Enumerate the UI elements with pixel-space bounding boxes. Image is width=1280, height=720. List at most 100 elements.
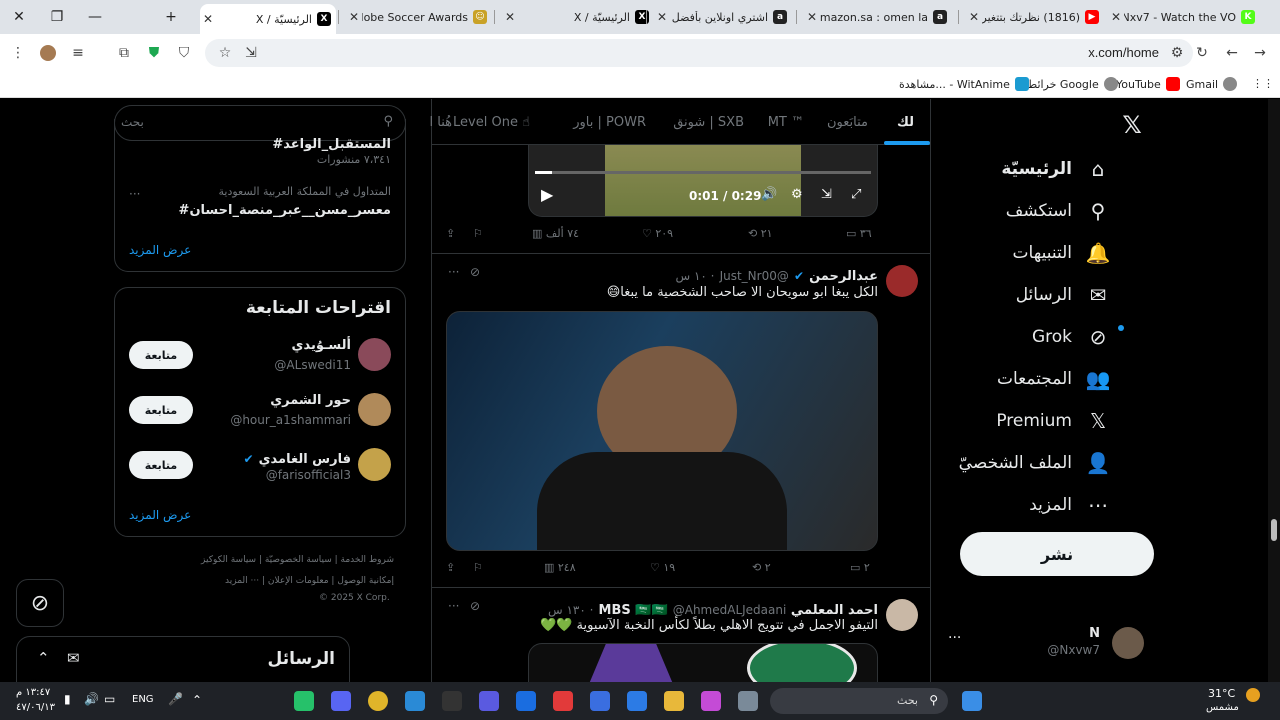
nav-item-communities[interactable]: 👥 المجتمعات [997,367,1111,391]
bookmark-gmail[interactable]: Gmail [1186,77,1238,91]
bookmark-witanime[interactable]: مشاهدة... - WitAnime [899,77,1029,91]
feed-tab[interactable]: شونق | SXB [673,115,744,130]
footer-link[interactable]: معلومات الإعلان [268,576,329,586]
footer-link[interactable]: سياسة الخصوصيّة [265,555,332,565]
pip-icon[interactable]: ⇲ [821,187,832,202]
trend-tag[interactable]: #معسر_مسن__عبر_منصة_احسان [179,203,391,218]
reply-stat[interactable]: ▭ ٢ [850,561,870,574]
file-explorer-icon[interactable] [664,691,684,711]
show-hidden-icons[interactable]: ⌃ [192,693,202,707]
feed-tab[interactable]: لك [897,115,914,130]
reload-icon[interactable]: ↻ [1192,43,1212,63]
follow-button[interactable]: متابعة [129,451,193,479]
reading-list-icon[interactable]: ≡ [68,43,88,63]
task-view-icon[interactable] [738,691,758,711]
messages-drawer[interactable]: الرسائل ⌃ ✉ [16,636,350,682]
avatar[interactable] [358,338,391,371]
copilot-icon[interactable] [701,691,721,711]
back-arrow-icon[interactable]: ← [1222,43,1242,63]
avatar[interactable] [358,448,391,481]
footer-link[interactable]: ··· المزيد [225,576,259,586]
browser-tab[interactable]: ✕ الرئيسيّة / XX [502,4,654,30]
page-scrollbar[interactable] [1268,99,1280,682]
trend-tag[interactable]: #المستقبل_الواعد [272,137,391,152]
tweet-image[interactable] [446,311,878,551]
account-switcher[interactable]: N @Nxvw7 ··· [948,624,1158,664]
browser-tab[interactable]: ✕ Globe Soccer Awards ☺ [346,4,492,30]
tweet-time[interactable]: · ١٣٠ س [548,603,593,617]
battery-icon[interactable]: ▮ [64,692,71,706]
retweet-stat[interactable]: ⟲ ٢ [752,561,771,574]
avatar[interactable] [358,393,391,426]
tweet-image[interactable] [528,643,878,682]
follow-button[interactable]: متابعة [129,396,193,424]
avatar[interactable] [886,265,918,297]
app-red-icon[interactable] [553,691,573,711]
volume-icon[interactable]: 🔊 [761,187,777,202]
extensions-icon[interactable]: ⧉ [114,43,134,63]
retweet-stat[interactable]: ⟲ ٢١ [748,227,773,240]
suggestion-name[interactable]: فارس الغامدي [259,452,351,467]
grok-icon[interactable]: ⊘ [470,599,480,613]
extension-avatar-icon[interactable] [38,43,58,63]
nav-item-search[interactable]: ⚲ استكشف [1006,199,1110,223]
language-indicator[interactable]: ENG [132,694,154,705]
nav-item-home[interactable]: ⌂ الرئيسيّة [1001,157,1110,181]
more-dots-icon[interactable]: ··· [129,187,140,201]
video-player[interactable]: ▶ 0:01 / 0:29 🔊 ⚙ ⇲ ⤢ [528,145,878,217]
tweet-time[interactable]: · ١٠ س [675,269,714,283]
tweet-author-name[interactable]: عبدالرحمن [809,269,878,284]
chrome-icon[interactable] [368,691,388,711]
weather-temp[interactable]: 31°C [1208,687,1235,700]
browser-tab[interactable]: ✕ اشتري اونلاين بأفضل a [654,4,792,30]
tweet-author-handle[interactable]: @Just_Nr00 [720,269,789,283]
edge-icon[interactable] [405,691,425,711]
close-tab-icon[interactable]: ✕ [346,10,362,24]
display-icon[interactable]: ▭ [104,692,115,706]
nav-item-more-circle[interactable]: ⋯ المزيد [1029,493,1110,517]
close-tab-icon[interactable]: ✕ [804,10,820,24]
suggestion-handle[interactable]: @farisofficial3 [266,468,351,482]
close-tab-icon[interactable]: ✕ [966,10,982,24]
feed-tab[interactable]: MT ™ [768,115,804,130]
share-icon[interactable]: ⇪ [446,227,455,240]
footer-link[interactable]: إمكانية الوصول [337,576,394,586]
like-stat[interactable]: ♡ ٢٠٩ [642,227,673,240]
nav-item-grok[interactable]: ⊘ Grok [1032,325,1110,349]
site-settings-icon[interactable]: ⚙ [1167,43,1187,63]
forward-arrow-icon[interactable]: → [1250,43,1270,63]
clock-date[interactable]: ٤٧/٠٦/١٣ [16,702,55,713]
store-icon[interactable] [627,691,647,711]
microphone-icon[interactable]: 🎤 [168,692,183,706]
more-dots-icon[interactable]: ··· [448,599,459,613]
browser-tab[interactable]: ✕ Amazon.sa : omen la a [804,4,952,30]
volume-icon[interactable]: 🔊 [84,692,99,706]
bookmark-icon[interactable]: ⚐ [473,561,483,574]
feed-tab[interactable]: Level One ☝ [453,115,530,130]
show-more-link[interactable]: عرض المزيد [129,243,191,257]
views-stat[interactable]: ▥ ٧٤ ألف [532,227,579,240]
reply-stat[interactable]: ▭ ٣٦ [846,227,872,240]
phone-link-icon[interactable] [479,691,499,711]
x-logo-icon[interactable]: 𝕏 [1120,111,1144,139]
close-tab-icon[interactable]: ✕ [200,12,216,26]
footer-link[interactable]: سياسة الكوكيز [201,555,256,565]
close-tab-icon[interactable]: ✕ [654,10,670,24]
nav-item-mail[interactable]: ✉ الرسائل [1016,283,1110,307]
follow-button[interactable]: متابعة [129,341,193,369]
settings-icon[interactable]: ⚙ [791,187,803,202]
play-icon[interactable]: ▶ [541,185,553,204]
install-app-icon[interactable]: ⇲ [241,43,261,63]
like-stat[interactable]: ♡ ١٩ [650,561,675,574]
game-app-icon[interactable] [294,691,314,711]
privacy-shield-icon[interactable]: ⛉ [174,43,194,63]
restore-window-icon[interactable]: ❐ [38,0,76,34]
dropbox-icon[interactable] [516,691,536,711]
share-icon[interactable]: ⇪ [446,561,455,574]
close-tab-icon[interactable]: ✕ [502,10,518,24]
nav-item-x-premium[interactable]: 𝕏 Premium [996,409,1110,433]
nav-item-bell[interactable]: 🔔 التنبيهات [1013,241,1111,265]
close-window-icon[interactable]: ✕ [0,0,38,34]
bookmark-icon[interactable]: ⚐ [473,227,483,240]
taskbar-search[interactable]: ⚲ بحث [770,688,948,714]
